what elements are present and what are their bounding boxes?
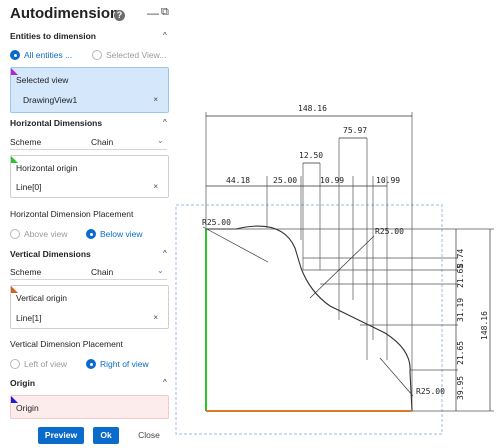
drawing-canvas[interactable]: 148.16 75.97 12.50 44.18 25.00 10.99 10.… xyxy=(0,0,497,448)
dim-v-d3[interactable]: 31.19 xyxy=(456,298,465,322)
dim-v-d5[interactable]: 39.95 xyxy=(456,376,465,400)
part-profile[interactable] xyxy=(206,225,413,412)
radius-label-top-left[interactable]: R25.00 xyxy=(202,218,231,227)
dim-v-overall[interactable]: 148.16 xyxy=(480,311,489,340)
radius-label-bottom-right[interactable]: R25.00 xyxy=(416,387,445,396)
dim-h-overall[interactable]: 148.16 xyxy=(298,104,327,113)
dim-h-d4[interactable]: 25.00 xyxy=(273,176,297,185)
dim-h-d1[interactable]: 75.97 xyxy=(343,126,367,135)
dim-h-d6[interactable]: 10.99 xyxy=(376,176,400,185)
radius-leaders xyxy=(202,226,414,397)
radius-label-top-right[interactable]: R25.00 xyxy=(375,227,404,236)
dim-h-d5[interactable]: 10.99 xyxy=(320,176,344,185)
view-selection-box xyxy=(175,204,443,435)
dim-v-d4[interactable]: 21.65 xyxy=(456,341,465,365)
dim-h-d2[interactable]: 12.50 xyxy=(299,151,323,160)
extension-lines-vertical xyxy=(206,228,494,412)
dim-v-d2[interactable]: 8.74 xyxy=(456,249,465,268)
dim-h-d3[interactable]: 44.18 xyxy=(226,176,250,185)
